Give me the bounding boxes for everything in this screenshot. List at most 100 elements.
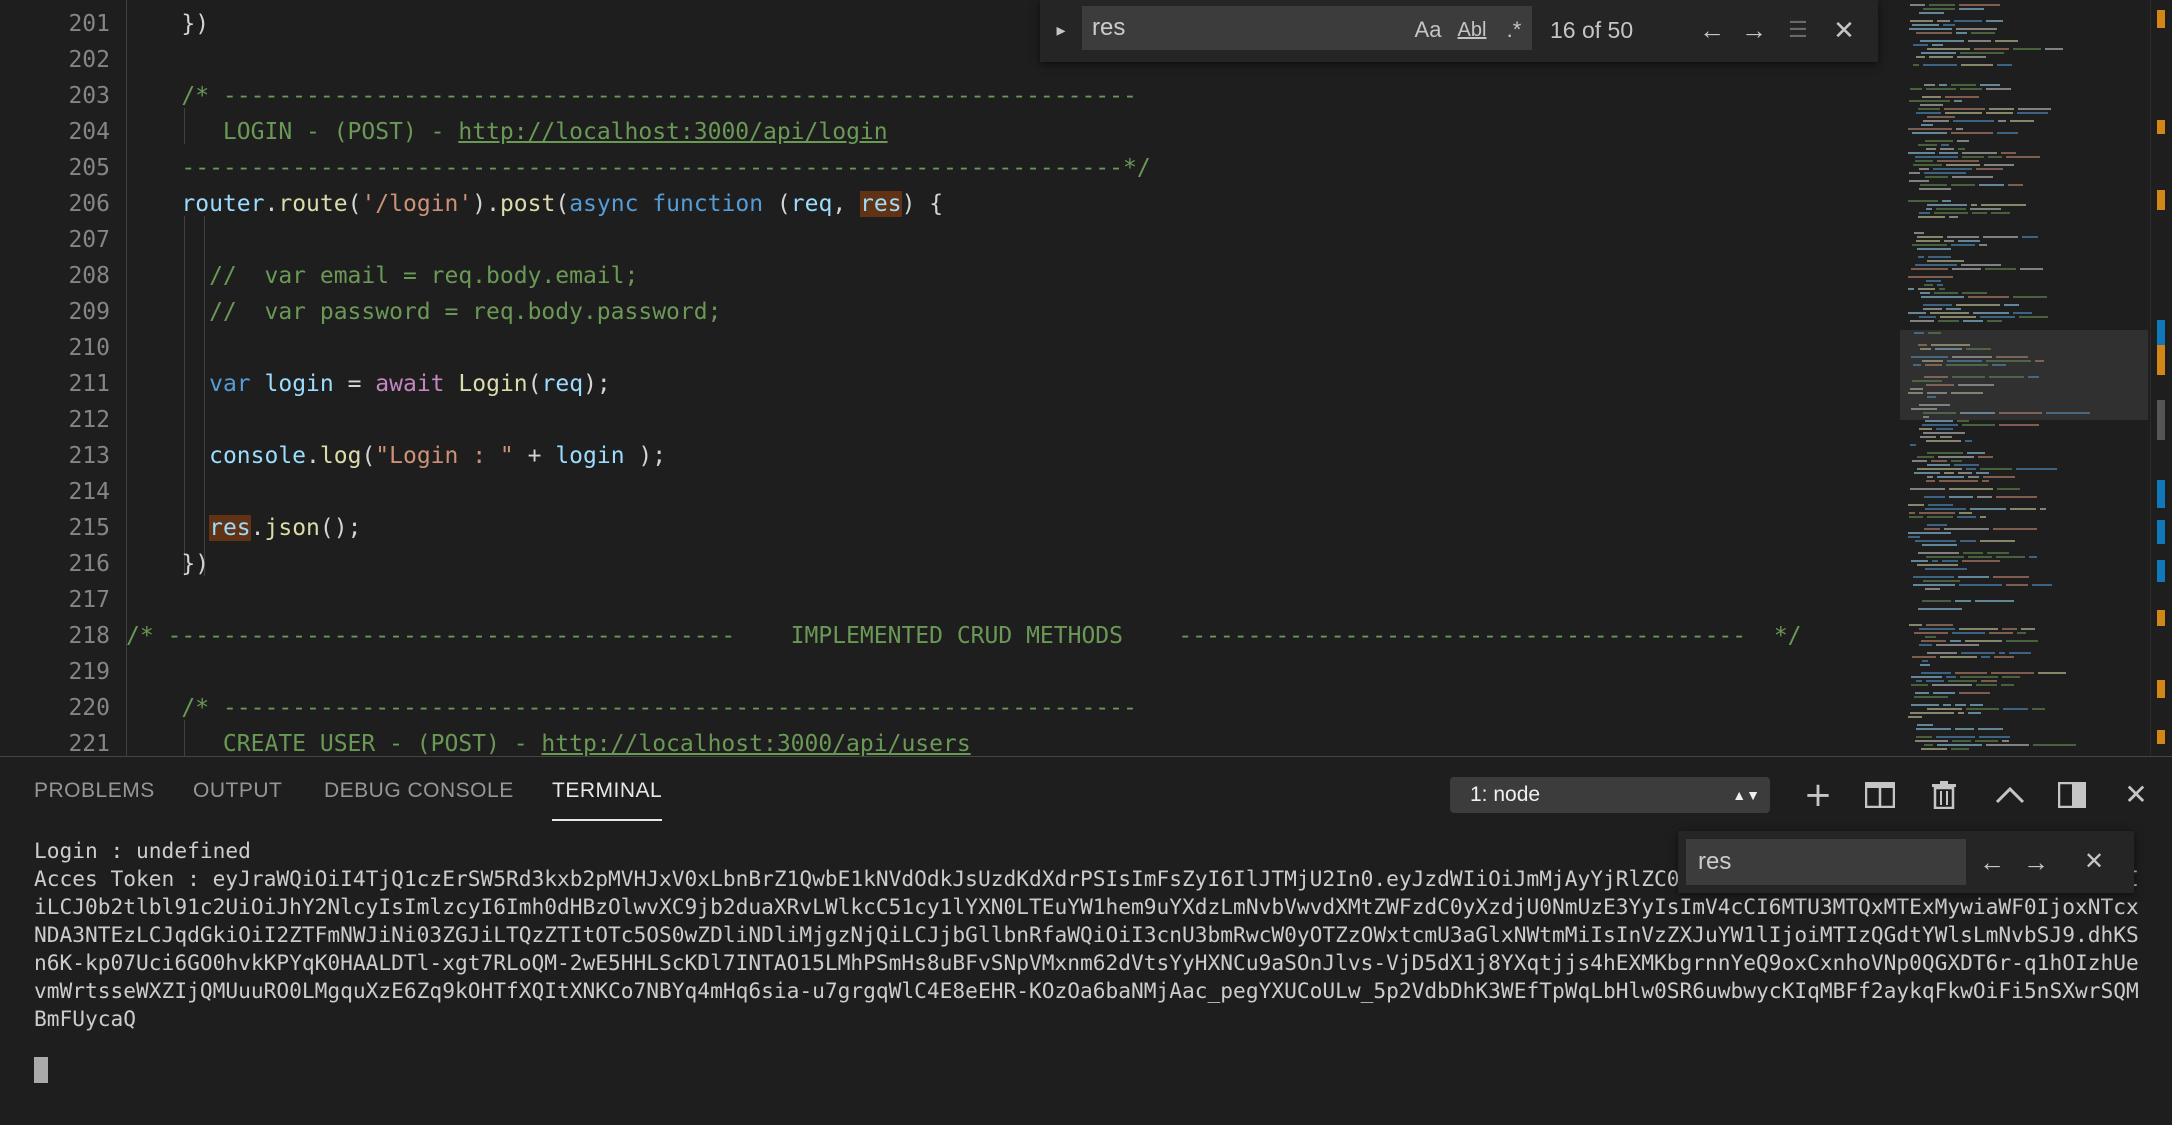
minimap-line bbox=[1917, 248, 1951, 250]
terminal-find-input[interactable] bbox=[1686, 839, 1966, 885]
minimap-line bbox=[1915, 160, 1933, 162]
minimap-line bbox=[1919, 644, 1932, 646]
chevron-up-icon[interactable] bbox=[1992, 777, 2028, 813]
minimap-line bbox=[1945, 96, 1979, 98]
minimap-line bbox=[1951, 184, 1975, 186]
code-link[interactable]: http://localhost:3000/api/login bbox=[458, 119, 887, 145]
plus-icon[interactable]: + bbox=[1800, 777, 1836, 813]
minimap-line bbox=[1917, 236, 1943, 238]
minimap-line bbox=[1912, 132, 1947, 134]
minimap-line bbox=[1921, 124, 1933, 126]
code-area[interactable]: }) /* ----------------------------------… bbox=[126, 0, 1886, 756]
minimap-line bbox=[1976, 684, 1997, 686]
minimap-line bbox=[2010, 508, 2036, 510]
minimap-line bbox=[1963, 320, 1983, 322]
minimap-line bbox=[1909, 28, 1952, 30]
code-line: // var email = req.body.email; bbox=[126, 263, 639, 289]
minimap-line bbox=[1958, 712, 1964, 714]
minimap-line bbox=[1973, 312, 2009, 314]
minimap-line bbox=[1937, 744, 1982, 746]
minimap-line bbox=[1925, 568, 1967, 570]
minimap-line bbox=[1989, 108, 2014, 110]
line-number: 219 bbox=[68, 659, 110, 685]
minimap-line bbox=[1920, 292, 1930, 294]
minimap-line bbox=[1919, 512, 1955, 514]
terminal-select[interactable]: 1: node ▲▼ bbox=[1450, 777, 1770, 813]
minimap-line bbox=[1927, 260, 1964, 262]
arrow-down-icon[interactable]: → bbox=[1736, 8, 1772, 52]
minimap-line bbox=[1927, 652, 1957, 654]
close-icon[interactable]: ✕ bbox=[2076, 840, 2112, 884]
minimap-line bbox=[1919, 12, 1944, 14]
minimap-line bbox=[1959, 628, 1998, 630]
minimap-line bbox=[2045, 48, 2063, 50]
arrow-up-icon[interactable]: ← bbox=[1974, 840, 2010, 884]
chevron-right-icon[interactable]: ▸ bbox=[1046, 8, 1076, 52]
select-in-selection-icon[interactable]: ☰ bbox=[1780, 8, 1816, 52]
minimap-line bbox=[1910, 712, 1954, 714]
minimap-line bbox=[1918, 108, 1940, 110]
minimap-line bbox=[1910, 444, 1916, 446]
minimap-line bbox=[1936, 428, 1953, 430]
regex-toggle[interactable]: .* bbox=[1496, 8, 1532, 52]
minimap-line bbox=[1958, 472, 1972, 474]
minimap-line bbox=[2004, 304, 2019, 306]
minimap-line bbox=[1915, 264, 1957, 266]
active-tab-indicator bbox=[552, 819, 662, 821]
minimap-line bbox=[1937, 476, 1964, 478]
minimap-line bbox=[1916, 240, 1940, 242]
tab-output[interactable]: OUTPUT bbox=[193, 779, 282, 803]
minimap-line bbox=[1961, 652, 1995, 654]
tab-debug-console[interactable]: DEBUG CONSOLE bbox=[324, 779, 514, 803]
line-number: 220 bbox=[68, 695, 110, 721]
minimap-line bbox=[1908, 504, 1924, 506]
minimap-line bbox=[1949, 496, 1973, 498]
match-case-toggle[interactable]: Aa bbox=[1408, 8, 1448, 52]
minimap-viewport-slider[interactable] bbox=[1900, 330, 2148, 420]
terminal-cursor bbox=[34, 1057, 48, 1083]
minimap-line bbox=[1938, 320, 1959, 322]
minimap-line bbox=[1932, 684, 1972, 686]
tab-problems[interactable]: PROBLEMS bbox=[34, 779, 155, 803]
arrow-up-icon[interactable]: ← bbox=[1694, 8, 1730, 52]
whole-word-toggle[interactable]: Abl bbox=[1450, 8, 1494, 52]
minimap-line bbox=[2017, 112, 2048, 114]
minimap-line bbox=[1923, 304, 1952, 306]
minimap-line bbox=[1922, 544, 1957, 546]
code-line: }) bbox=[126, 551, 210, 577]
minimap-line bbox=[2029, 556, 2037, 558]
minimap-line bbox=[2009, 652, 2031, 654]
code-link[interactable]: http://localhost:3000/api/users bbox=[541, 731, 970, 756]
minimap-line bbox=[1951, 460, 1962, 462]
minimap-line bbox=[1919, 316, 1936, 318]
minimap-line bbox=[1949, 216, 1958, 218]
minimap-line bbox=[2022, 236, 2038, 238]
minimap-line bbox=[1940, 148, 1954, 150]
editor[interactable]: 201 202 203 204 205 206 207 208 209 210 211 212 213 2… bbox=[0, 0, 2172, 756]
minimap-line bbox=[1988, 156, 2002, 158]
minimap-line bbox=[1922, 600, 1951, 602]
trash-icon[interactable] bbox=[1926, 777, 1962, 813]
minimap-line bbox=[1980, 468, 2012, 470]
minimap-line bbox=[1923, 8, 1955, 10]
minimap-line bbox=[1940, 316, 1976, 318]
close-icon[interactable]: ✕ bbox=[1826, 8, 1862, 52]
minimap-line bbox=[1987, 552, 2009, 554]
maximize-panel-icon[interactable] bbox=[2054, 777, 2090, 813]
minimap-line bbox=[2013, 296, 2047, 298]
minimap-line bbox=[1957, 56, 1986, 58]
line-number: 212 bbox=[68, 407, 110, 433]
line-number: 201 bbox=[68, 11, 110, 37]
minimap-line bbox=[1918, 552, 1959, 554]
tab-terminal[interactable]: TERMINAL bbox=[552, 779, 662, 803]
close-icon[interactable]: ✕ bbox=[2118, 777, 2154, 813]
arrow-down-icon[interactable]: → bbox=[2018, 840, 2054, 884]
minimap-line bbox=[1923, 308, 1942, 310]
find-match-marker bbox=[2157, 120, 2165, 134]
minimap-line bbox=[1932, 560, 1938, 562]
minimap[interactable] bbox=[1900, 0, 2148, 756]
minimap-line bbox=[1960, 52, 2004, 54]
minimap-line bbox=[1943, 24, 1955, 26]
minimap-line bbox=[1918, 144, 1937, 146]
split-icon[interactable] bbox=[1862, 777, 1898, 813]
